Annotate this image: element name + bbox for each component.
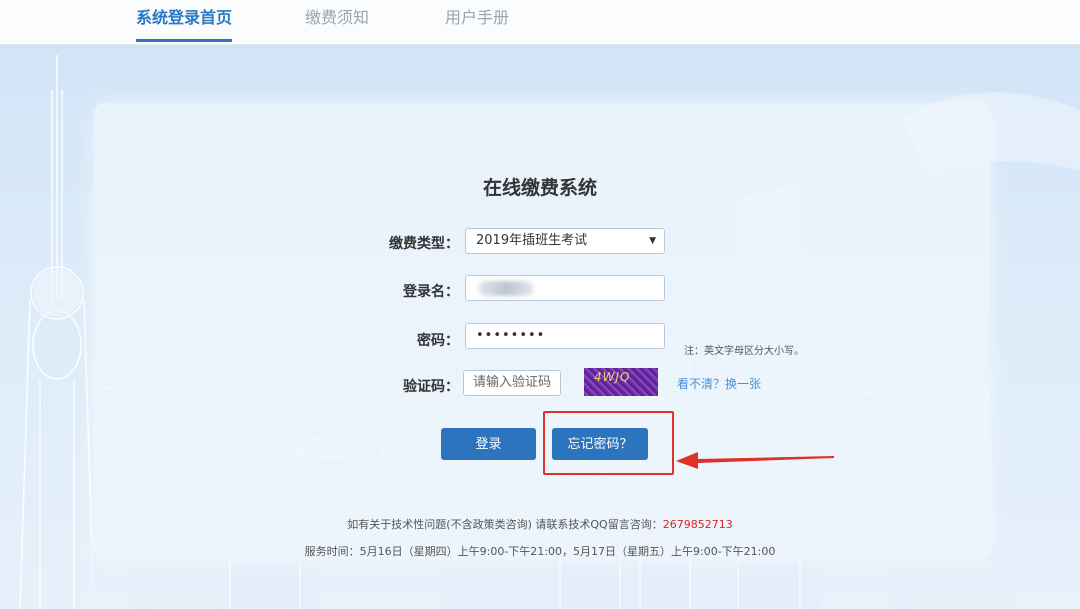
payment-type-label: 缴费类型：: [389, 236, 459, 252]
chevron-down-icon: ▼: [649, 236, 656, 246]
annotation-highlight-box: [543, 411, 674, 475]
tab-login-home[interactable]: 系统登录首页: [136, 8, 233, 42]
password-input[interactable]: ••••••••: [465, 323, 665, 349]
support-contact-text: 如有关于技术性问题(不含政策类咨询) 请联系技术QQ留言咨询：: [347, 518, 663, 531]
login-name-label: 登录名：: [403, 284, 459, 300]
captcha-image[interactable]: 4WJQ: [584, 368, 658, 396]
annotation-arrow-icon: [676, 452, 834, 469]
tab-payment-notice[interactable]: 缴费须知: [305, 8, 369, 42]
tab-user-manual[interactable]: 用户手册: [445, 8, 509, 42]
redacted-username: [478, 281, 534, 296]
payment-type-value: 2019年插班生考试: [476, 233, 588, 248]
top-navigation: 系统登录首页 缴费须知 用户手册: [0, 0, 1080, 45]
captcha-refresh-link[interactable]: 看不清？换一张: [677, 375, 761, 392]
captcha-input[interactable]: 请输入验证码: [463, 370, 561, 396]
support-qq-number: 2679852713: [662, 518, 733, 531]
login-button[interactable]: 登录: [441, 428, 536, 460]
payment-type-select[interactable]: 2019年插班生考试 ▼: [465, 228, 665, 254]
support-contact-line: 如有关于技术性问题(不含政策类咨询) 请联系技术QQ留言咨询：267985271…: [0, 516, 1080, 532]
login-name-input[interactable]: [465, 275, 665, 301]
page-title: 在线缴费系统: [482, 177, 597, 199]
service-hours-line: 服务时间：5月16日（星期四）上午9:00-下午21:00，5月17日（星期五）…: [304, 545, 776, 558]
password-label: 密码：: [417, 333, 459, 349]
captcha-label: 验证码：: [403, 379, 459, 395]
password-case-note: 注：英文字母区分大小写。: [684, 346, 804, 357]
captcha-image-text: 4WJQ: [594, 370, 631, 384]
